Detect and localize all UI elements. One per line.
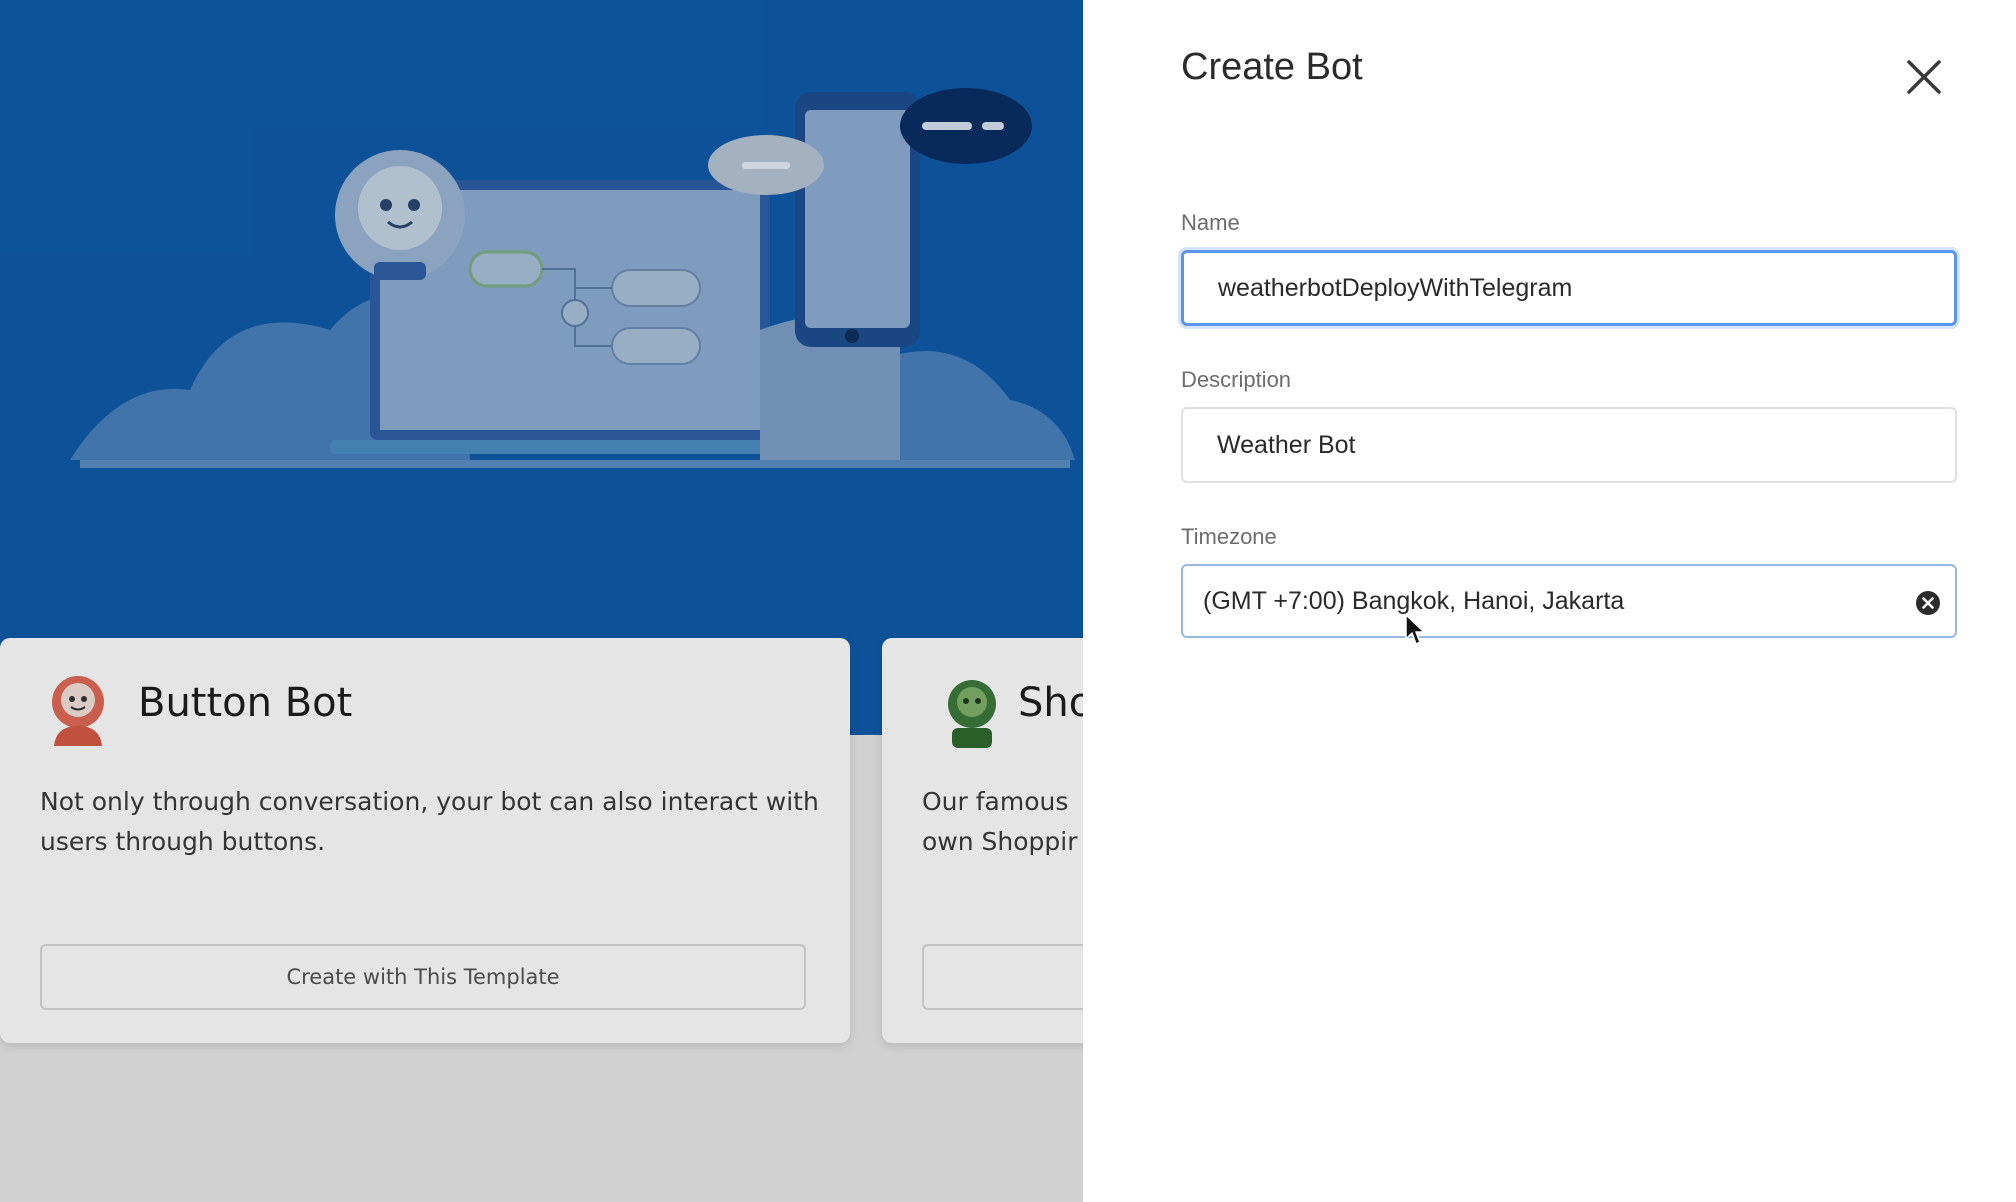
app-screen: Button Bot Not only through conversation… (0, 0, 2016, 1202)
clear-icon[interactable] (1915, 590, 1941, 616)
template-title: Button Bot (138, 680, 353, 726)
hero-illustration (70, 88, 1075, 468)
name-field[interactable]: weatherbotDeployWithTelegram (1181, 250, 1957, 326)
timezone-select[interactable]: (GMT +7:00) Bangkok, Hanoi, Jakarta (1181, 564, 1957, 638)
create-with-template-button[interactable] (922, 944, 1083, 1010)
timezone-label: Timezone (1181, 524, 1277, 549)
create-bot-panel: Create Bot Name weatherbotDeployWithTele… (1083, 0, 2016, 1202)
robot-avatar-icon (52, 676, 104, 746)
close-icon[interactable] (1901, 54, 1947, 100)
template-description: Not only through conversation, your bot … (40, 787, 819, 856)
description-field[interactable]: Weather Bot (1181, 407, 1957, 483)
hero-banner (0, 0, 1083, 735)
timezone-value: (GMT +7:00) Bangkok, Hanoi, Jakarta (1203, 586, 1625, 615)
template-title: Sho (1018, 680, 1083, 726)
description-label: Description (1181, 367, 1292, 392)
template-card-button-bot[interactable]: Button Bot Not only through conversation… (0, 638, 850, 1043)
template-card-shopping-bot[interactable]: Sho Our famous own Shoppir (882, 638, 1083, 1043)
template-description-line-2: own Shoppir (922, 827, 1078, 856)
mouse-cursor-icon (1405, 614, 1425, 645)
template-description-line-1: Our famous (922, 787, 1069, 816)
name-label: Name (1181, 210, 1240, 235)
panel-title: Create Bot (1181, 46, 1363, 88)
create-with-template-button[interactable]: Create with This Template (40, 944, 806, 1010)
templates-background: Button Bot Not only through conversation… (0, 0, 1083, 1202)
robot-avatar-icon (948, 680, 996, 748)
